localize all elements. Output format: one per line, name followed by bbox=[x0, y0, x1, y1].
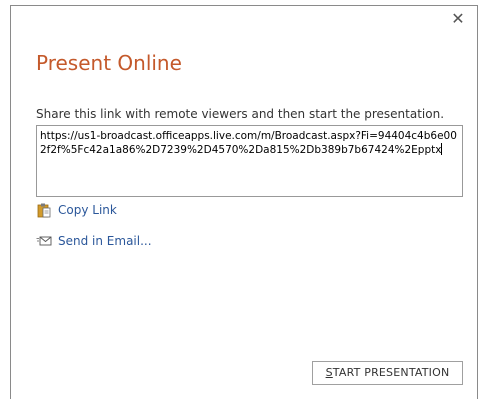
copy-link-label: Copy Link bbox=[58, 203, 117, 217]
broadcast-link-field[interactable]: https://us1-broadcast.officeapps.live.co… bbox=[36, 125, 463, 197]
start-button-mnemonic: S bbox=[325, 366, 333, 379]
instructions-text: Share this link with remote viewers and … bbox=[36, 107, 445, 121]
start-button-label: TART PRESENTATION bbox=[332, 366, 450, 379]
envelope-icon bbox=[36, 233, 52, 249]
dialog-title: Present Online bbox=[36, 51, 182, 75]
copy-link-button[interactable]: Copy Link bbox=[36, 202, 117, 218]
send-in-email-button[interactable]: Send in Email... bbox=[36, 233, 152, 249]
broadcast-link-text: https://us1-broadcast.officeapps.live.co… bbox=[40, 130, 457, 156]
clipboard-icon bbox=[36, 202, 52, 218]
send-in-email-label: Send in Email... bbox=[58, 234, 152, 248]
close-icon[interactable]: ✕ bbox=[447, 8, 469, 30]
text-caret bbox=[441, 143, 443, 155]
present-online-dialog: ✕ Present Online Share this link with re… bbox=[10, 5, 478, 399]
start-presentation-button[interactable]: START PRESENTATION bbox=[312, 361, 463, 385]
